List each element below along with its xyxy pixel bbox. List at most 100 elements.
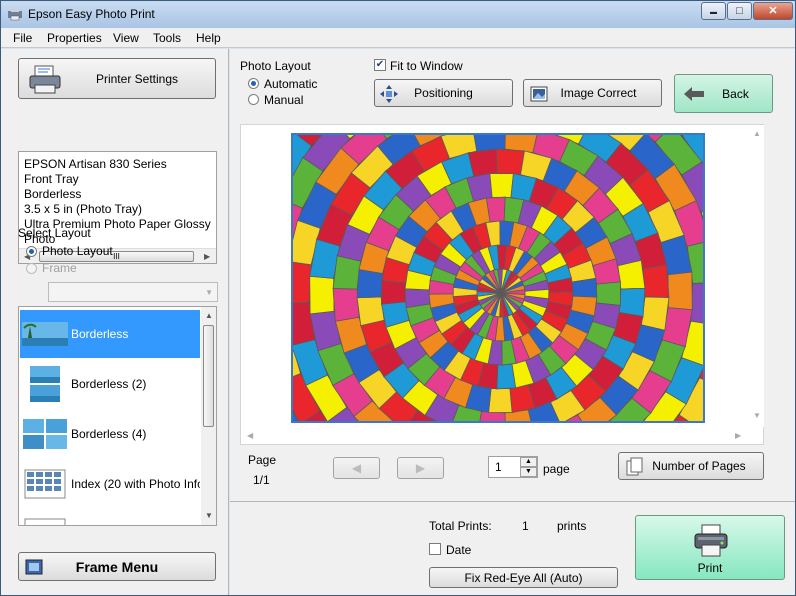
previous-page-button[interactable]: ◀ — [333, 457, 380, 479]
layout-item-borderless-2[interactable]: Borderless (2) — [20, 360, 200, 408]
image-correct-icon — [530, 86, 548, 102]
fit-to-window-checkbox[interactable]: ✔ — [374, 59, 386, 71]
image-correct-button[interactable]: Image Correct — [523, 79, 662, 107]
copies-spinner[interactable]: 1 ▲ ▼ — [488, 456, 538, 478]
balloon-panel — [467, 148, 498, 177]
menu-file[interactable]: File — [13, 31, 32, 45]
scroll-thumb[interactable] — [203, 325, 214, 427]
frame-dropdown[interactable]: ▼ — [48, 282, 218, 302]
paper-size: 3.5 x 5 in (Photo Tray) — [24, 202, 143, 216]
balloon-panel — [640, 296, 670, 331]
printer-model: EPSON Artisan 830 Series — [24, 157, 167, 171]
layout-label: Borderless (4) — [71, 427, 147, 441]
balloon-panel — [617, 259, 646, 290]
close-button[interactable]: ✕ — [753, 2, 793, 20]
preview-horizontal-scrollbar[interactable]: ◀ ▶ — [241, 428, 749, 443]
positioning-label: Positioning — [414, 86, 473, 100]
chevron-up-icon: ▲ — [525, 458, 532, 465]
total-prints-value: 1 — [522, 519, 529, 533]
print-button[interactable]: Print — [635, 515, 785, 580]
scroll-down-icon[interactable]: ▼ — [753, 411, 761, 420]
balloon-panel — [690, 282, 703, 324]
balloon-panel — [485, 196, 506, 223]
page-indicator: 1/1 — [253, 473, 270, 487]
balloon-panel — [596, 281, 621, 306]
balloon-photo — [293, 135, 703, 421]
frame-radio[interactable] — [26, 263, 37, 274]
frame-radio-label: Frame — [42, 261, 77, 275]
printer-settings-button[interactable]: Printer Settings — [18, 58, 216, 99]
balloon-panel — [618, 287, 646, 317]
layout-label: Index (20 with Photo Info) — [71, 477, 200, 491]
layout-vertical-scrollbar[interactable]: ▲ ▼ — [201, 307, 216, 525]
positioning-button[interactable]: Positioning — [374, 79, 513, 107]
fix-red-eye-button[interactable]: Fix Red-Eye All (Auto) — [429, 567, 618, 588]
back-button[interactable]: Back — [674, 74, 773, 113]
page-unit-label: page — [543, 462, 570, 476]
layout-item-borderless-4[interactable]: Borderless (4) — [20, 410, 200, 458]
index-thumbnail-icon — [24, 469, 66, 499]
photo-layout-heading: Photo Layout — [240, 59, 311, 73]
automatic-radio-label: Automatic — [264, 77, 318, 91]
scroll-right-icon[interactable]: ▶ — [204, 252, 210, 261]
spin-up-button[interactable]: ▲ — [520, 457, 537, 467]
balloon-panel — [495, 148, 525, 176]
photo-preview-area[interactable]: ▲ ▼ ◀ ▶ — [240, 124, 764, 445]
number-of-pages-button[interactable]: Number of Pages — [618, 452, 764, 480]
photo-layout-radio[interactable] — [26, 246, 37, 257]
menu-bar: File Properties View Tools Help — [1, 28, 795, 48]
prints-unit-label: prints — [557, 519, 587, 533]
date-label: Date — [446, 543, 472, 557]
title-bar[interactable]: Epson Easy Photo Print ▬ □ ✕ — [1, 1, 795, 28]
layout-list: Borderless Borderless (2) Borderless (4)… — [18, 306, 217, 526]
balloon-panel — [571, 277, 598, 298]
back-arrow-icon — [684, 87, 704, 101]
scroll-down-icon[interactable]: ▼ — [205, 511, 213, 520]
balloon-panel — [332, 288, 360, 322]
preview-vertical-scrollbar[interactable]: ▲ ▼ — [749, 125, 764, 427]
maximize-button[interactable]: □ — [727, 2, 752, 20]
automatic-radio[interactable] — [248, 78, 259, 89]
photo-preview[interactable] — [291, 133, 705, 423]
minimize-button[interactable]: ▬ — [701, 2, 726, 20]
menu-help[interactable]: Help — [196, 31, 221, 45]
app-window: Epson Easy Photo Print ▬ □ ✕ File Proper… — [0, 0, 796, 596]
balloon-panel — [356, 296, 385, 327]
balloon-panel — [356, 269, 384, 299]
epson-app-icon — [8, 8, 22, 21]
scroll-up-icon[interactable]: ▲ — [205, 311, 213, 320]
layout-item-index-20[interactable]: Index (20 with Photo Info) — [20, 460, 200, 508]
manual-radio[interactable] — [248, 94, 259, 105]
manual-radio-label: Manual — [264, 93, 304, 107]
scroll-grip: III — [113, 252, 120, 261]
total-prints-label: Total Prints: — [429, 519, 492, 533]
beach-thumbnail-icon — [22, 322, 68, 346]
next-page-button[interactable]: ▶ — [397, 457, 444, 479]
layout-label: Borderless — [71, 327, 129, 341]
two-photo-thumbnail-icon — [30, 366, 60, 402]
menu-view[interactable]: View — [113, 31, 139, 45]
layout-item-borderless[interactable]: Borderless — [20, 310, 200, 358]
scroll-left-icon[interactable]: ◀ — [247, 431, 253, 440]
frame-menu-label: Frame Menu — [75, 558, 159, 575]
maximize-icon: □ — [736, 5, 743, 17]
frame-menu-button[interactable]: Frame Menu — [18, 552, 216, 581]
printer-settings-label: Printer Settings — [95, 71, 179, 86]
scroll-right-icon[interactable]: ▶ — [735, 431, 741, 440]
layout-item-partial[interactable] — [20, 510, 200, 525]
balloon-panel — [404, 288, 431, 309]
minimize-icon: ▬ — [710, 9, 717, 16]
balloon-panel — [496, 363, 517, 390]
menu-tools[interactable]: Tools — [153, 31, 181, 45]
spin-down-button[interactable]: ▼ — [520, 467, 537, 477]
balloon-panel — [473, 135, 506, 152]
fix-red-eye-label: Fix Red-Eye All (Auto) — [464, 570, 583, 585]
date-checkbox[interactable] — [429, 543, 441, 555]
balloon-panel — [381, 280, 406, 305]
menu-properties[interactable]: Properties — [47, 31, 102, 45]
four-photo-thumbnail-icon — [23, 419, 67, 449]
checkmark-icon: ✔ — [375, 59, 385, 70]
scroll-up-icon[interactable]: ▲ — [753, 129, 761, 138]
copies-value: 1 — [495, 460, 502, 474]
triangle-right-icon: ▶ — [415, 461, 426, 475]
